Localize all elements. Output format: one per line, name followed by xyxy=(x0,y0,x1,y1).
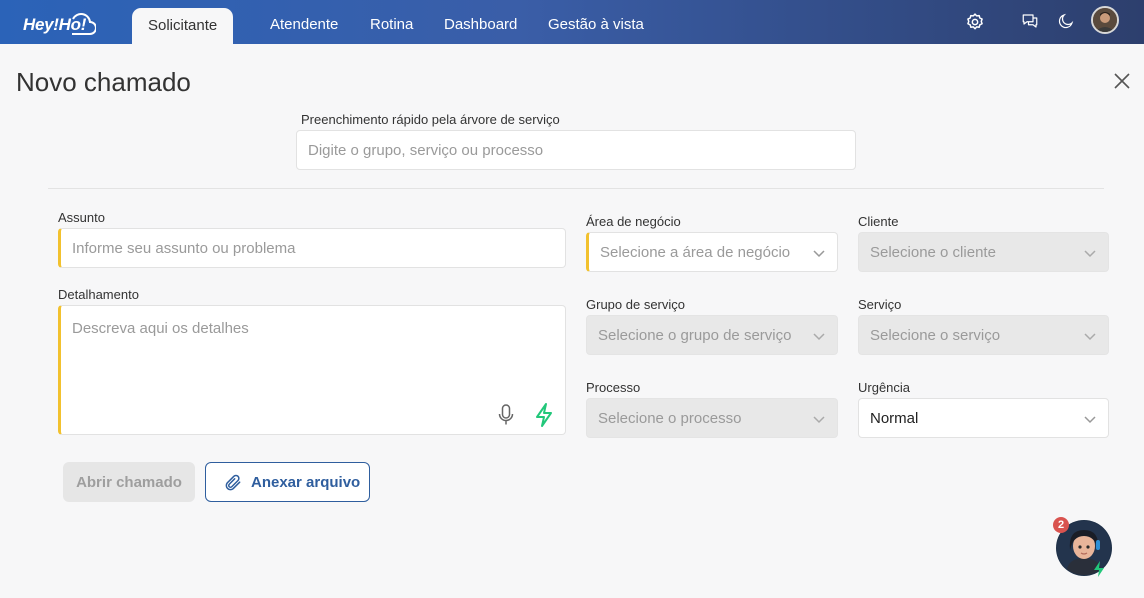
chevron-down-icon xyxy=(813,250,825,258)
client-label: Cliente xyxy=(858,214,899,229)
client-select: Selecione o cliente xyxy=(858,232,1109,272)
process-label: Processo xyxy=(586,380,641,395)
business-area-label: Área de negócio xyxy=(586,214,681,229)
chevron-down-icon xyxy=(1084,250,1096,258)
notification-badge: 2 xyxy=(1053,517,1069,533)
lightning-icon[interactable] xyxy=(534,402,554,428)
subject-input[interactable] xyxy=(61,229,565,267)
top-navbar: Hey!Ho! Solicitante Atendente Rotina Das… xyxy=(0,0,1144,44)
paperclip-icon xyxy=(225,474,241,491)
tab-label: Solicitante xyxy=(148,17,218,34)
user-photo-icon xyxy=(1093,8,1117,32)
tab-gestao-a-vista[interactable]: Gestão à vista xyxy=(548,0,644,44)
subject-field xyxy=(58,228,566,268)
urgency-value: Normal xyxy=(870,410,919,427)
chat-icon[interactable] xyxy=(1021,12,1041,32)
quick-fill-field xyxy=(296,130,856,170)
chevron-down-icon xyxy=(1084,333,1096,341)
chevron-down-icon xyxy=(813,333,825,341)
bot-lightning-icon xyxy=(1094,561,1104,577)
client-placeholder: Selecione o cliente xyxy=(870,244,996,261)
subject-label: Assunto xyxy=(58,210,105,225)
service-group-select: Selecione o grupo de serviço xyxy=(586,315,838,355)
details-textarea[interactable] xyxy=(58,305,566,435)
tab-label: Atendente xyxy=(270,16,339,33)
page-title: Novo chamado xyxy=(16,67,191,97)
service-select: Selecione o serviço xyxy=(858,315,1109,355)
service-placeholder: Selecione o serviço xyxy=(870,327,1001,344)
process-placeholder: Selecione o processo xyxy=(598,410,742,427)
open-ticket-button[interactable]: Abrir chamado xyxy=(63,462,195,502)
tab-atendente[interactable]: Atendente xyxy=(270,0,338,44)
service-group-placeholder: Selecione o grupo de serviço xyxy=(598,327,792,344)
urgency-label: Urgência xyxy=(858,380,911,395)
quick-fill-input[interactable] xyxy=(297,131,855,169)
gear-icon[interactable] xyxy=(965,12,985,32)
business-area-placeholder: Selecione a área de negócio xyxy=(600,244,791,261)
chevron-down-icon xyxy=(813,416,825,424)
chevron-down-icon xyxy=(1084,416,1096,424)
process-select: Selecione o processo xyxy=(586,398,838,438)
logo-text: Hey!Ho! xyxy=(23,15,87,34)
attach-file-label: Anexar arquivo xyxy=(251,474,361,491)
tab-label: Gestão à vista xyxy=(548,16,644,33)
service-label: Serviço xyxy=(858,297,902,312)
user-avatar[interactable] xyxy=(1091,6,1119,34)
close-icon[interactable] xyxy=(1113,72,1131,90)
business-area-select[interactable]: Selecione a área de negócio xyxy=(586,232,838,272)
service-group-label: Grupo de serviço xyxy=(586,297,685,312)
microphone-icon[interactable] xyxy=(497,403,515,427)
quick-fill-label: Preenchimento rápido pela árvore de serv… xyxy=(301,112,560,127)
tab-rotina[interactable]: Rotina xyxy=(370,0,413,44)
tab-solicitante[interactable]: Solicitante xyxy=(132,8,234,44)
moon-icon[interactable] xyxy=(1057,12,1077,32)
section-divider xyxy=(48,188,1104,189)
details-label: Detalhamento xyxy=(58,287,139,302)
tab-dashboard[interactable]: Dashboard xyxy=(444,0,517,44)
app-logo[interactable]: Hey!Ho! xyxy=(20,6,96,38)
tab-label: Rotina xyxy=(370,16,414,33)
urgency-select[interactable]: Normal xyxy=(858,398,1109,438)
attach-file-button[interactable]: Anexar arquivo xyxy=(205,462,370,502)
assistant-bot-button[interactable]: 2 xyxy=(1053,517,1112,577)
tab-label: Dashboard xyxy=(444,16,518,33)
